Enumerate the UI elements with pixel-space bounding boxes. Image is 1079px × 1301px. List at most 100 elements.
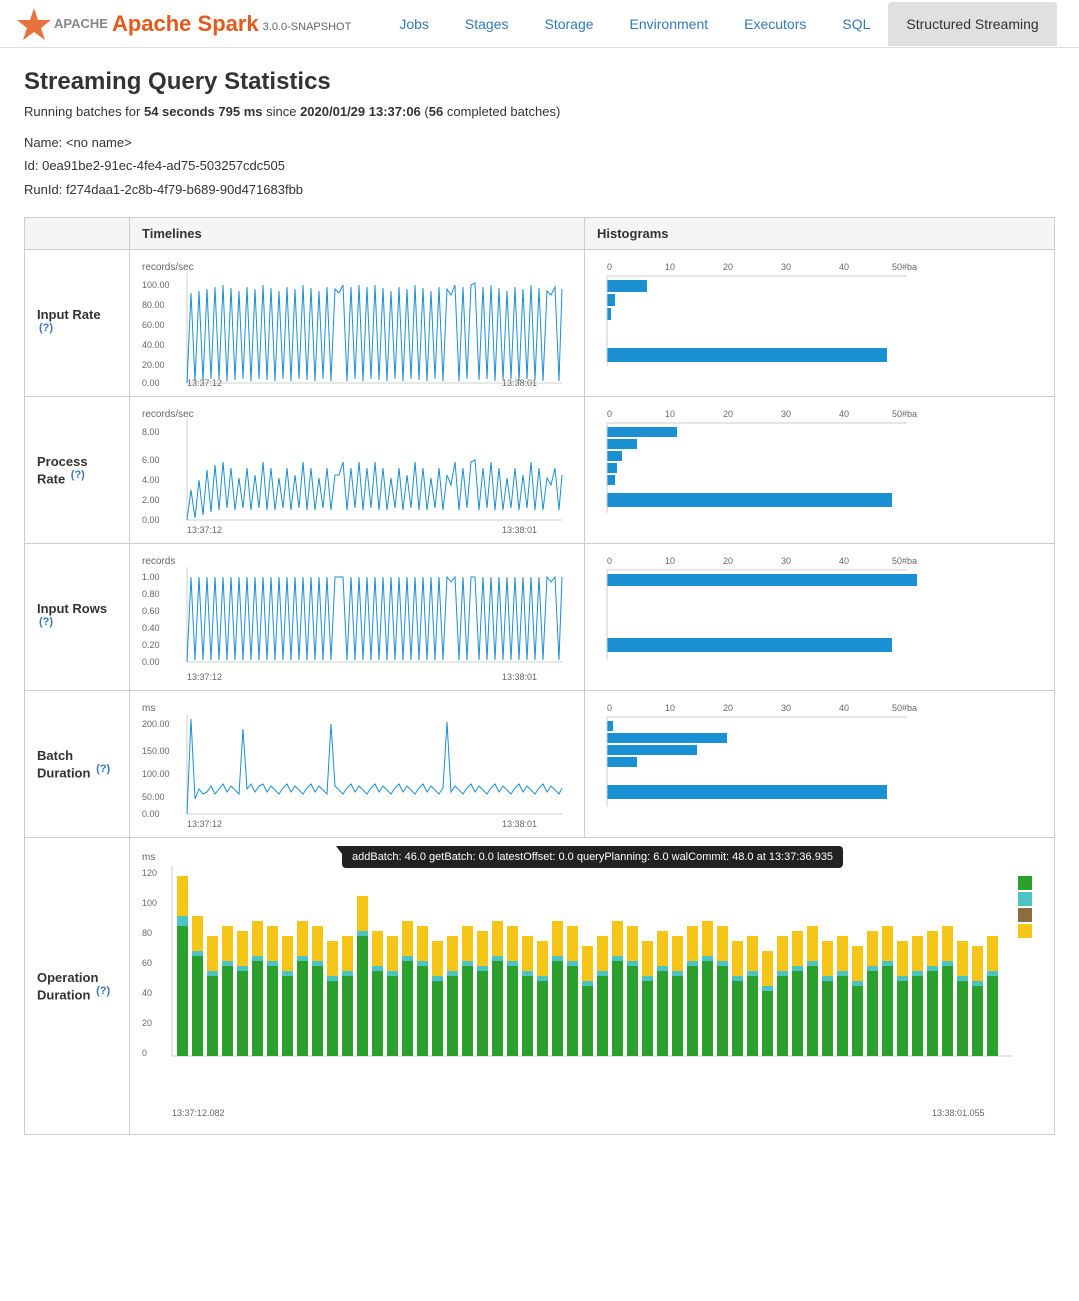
svg-text:0.00: 0.00 [142,657,160,667]
svg-text:40: 40 [142,988,152,998]
spark-logo-icon [16,6,52,42]
nav-bar: APACHE Apache Spark 3.0.0-SNAPSHOT Jobs … [0,0,1079,48]
svg-text:ms: ms [142,703,155,714]
svg-text:13:38:01: 13:38:01 [502,672,537,682]
batch-duration-histogram: 0 10 20 30 40 50 #batches [585,691,1055,838]
input-rate-histogram: 0 10 20 30 40 50 #batches [585,250,1055,397]
nav-jobs[interactable]: Jobs [381,2,447,46]
svg-text:80.00: 80.00 [142,300,165,310]
input-rows-hist-chart: 0 10 20 30 40 50 #batches [597,552,917,682]
op-duration-cell: addBatch: 46.0 getBatch: 0.0 latestOffse… [130,838,1055,1135]
op-legend [1018,876,1032,938]
page-subtitle: Running batches for 54 seconds 795 ms si… [24,104,1055,119]
nav-environment[interactable]: Environment [612,2,727,46]
svg-text:0.60: 0.60 [142,606,160,616]
svg-text:100.00: 100.00 [142,769,170,779]
input-rows-histogram: 0 10 20 30 40 50 #batches [585,544,1055,691]
input-rows-timeline: records 1.00 0.80 0.60 0.40 0.20 0.00 13… [130,544,585,691]
legend-getbatch [1018,924,1032,938]
svg-text:0: 0 [607,409,612,419]
subtitle-suffix: completed batches) [443,104,560,119]
process-rate-histogram: 0 10 20 30 40 50 #batches [585,397,1055,544]
legend-list [1018,876,1032,938]
process-rate-chart: records/sec 8.00 6.00 4.00 2.00 0.00 13:… [142,405,572,535]
nav-links: Jobs Stages Storage Environment Executor… [381,2,1056,46]
nav-executors[interactable]: Executors [726,2,824,46]
logo-spark: Apache Spark [112,11,259,37]
tooltip-arrow [336,846,348,854]
nav-structured-streaming[interactable]: Structured Streaming [888,2,1056,46]
stats-table: Timelines Histograms Input Rate (?) reco… [24,217,1055,1135]
svg-text:20: 20 [723,262,733,272]
svg-text:0: 0 [607,556,612,566]
svg-text:0.20: 0.20 [142,640,160,650]
logo-version: 3.0.0-SNAPSHOT [263,21,352,33]
input-rate-label: Input Rate (?) [25,250,130,397]
name-row: Name: <no name> [24,131,1055,154]
svg-text:40: 40 [839,703,849,713]
svg-text:50: 50 [892,703,902,713]
input-rows-label: Input Rows (?) [25,544,130,691]
nav-logo: APACHE Apache Spark 3.0.0-SNAPSHOT [16,6,351,42]
batch-duration-label: Batch Duration (?) [25,691,130,838]
batch-duration-hist-chart: 0 10 20 30 40 50 #batches [597,699,917,829]
batch-duration-timeline: ms 200.00 150.00 100.00 50.00 0.00 13:37… [130,691,585,838]
svg-text:13:38:01.055: 13:38:01.055 [932,1108,985,1118]
op-duration-wrapper: addBatch: 46.0 getBatch: 0.0 latestOffse… [142,846,1042,1126]
svg-text:150.00: 150.00 [142,746,170,756]
svg-text:200.00: 200.00 [142,719,170,729]
svg-text:40: 40 [839,262,849,272]
subtitle-prefix: Running batches for [24,104,144,119]
table-header: Timelines Histograms [25,218,1055,250]
main-content: Streaming Query Statistics Running batch… [0,48,1079,1155]
svg-text:30: 30 [781,262,791,272]
legend-queryplanning [1018,892,1032,906]
table-row: Operation Duration (?) addBatch: 46.0 ge… [25,838,1055,1135]
svg-text:13:38:01: 13:38:01 [502,525,537,535]
svg-text:30: 30 [781,703,791,713]
tooltip-text: addBatch: 46.0 getBatch: 0.0 latestOffse… [342,846,843,868]
svg-text:0.80: 0.80 [142,589,160,599]
svg-text:30: 30 [781,556,791,566]
svg-text:13:37:12: 13:37:12 [187,672,222,682]
nav-sql[interactable]: SQL [824,2,888,46]
queryplanning-swatch [1018,892,1032,906]
process-rate-label: Process Rate (?) [25,397,130,544]
table-row: Batch Duration (?) ms 200.00 150.00 100.… [25,691,1055,838]
svg-text:20.00: 20.00 [142,360,165,370]
svg-text:40: 40 [839,556,849,566]
svg-text:100.00: 100.00 [142,280,170,290]
svg-text:13:37:12: 13:37:12 [187,378,222,388]
nav-storage[interactable]: Storage [526,2,611,46]
svg-text:4.00: 4.00 [142,475,160,485]
svg-text:10: 10 [665,556,675,566]
process-rate-hist-chart: 0 10 20 30 40 50 #batches [597,405,917,535]
nav-stages[interactable]: Stages [447,2,527,46]
subtitle-mid: since [263,104,301,119]
svg-text:100: 100 [142,898,157,908]
svg-text:20: 20 [142,1018,152,1028]
svg-text:20: 20 [723,703,733,713]
svg-text:40: 40 [839,409,849,419]
legend-walcommit [1018,908,1032,922]
col-label [25,218,130,250]
svg-text:50: 50 [892,409,902,419]
svg-text:0.00: 0.00 [142,515,160,525]
svg-text:120: 120 [142,868,157,878]
svg-text:0: 0 [142,1048,147,1058]
input-rate-chart: records/sec 100.00 80.00 60.00 40.00 20.… [142,258,572,388]
svg-text:records/sec: records/sec [142,409,194,420]
table-row: Input Rate (?) records/sec 100.00 80.00 … [25,250,1055,397]
svg-text:2.00: 2.00 [142,495,160,505]
table-row: Process Rate (?) records/sec 8.00 6.00 4… [25,397,1055,544]
svg-text:20: 20 [723,409,733,419]
input-rate-timeline: records/sec 100.00 80.00 60.00 40.00 20.… [130,250,585,397]
svg-text:0.00: 0.00 [142,809,160,819]
svg-text:13:38:01: 13:38:01 [502,819,537,829]
input-rate-hist-chart: 0 10 20 30 40 50 #batches [597,258,917,388]
col-timelines: Timelines [130,218,585,250]
svg-text:13:38:01: 13:38:01 [502,378,537,388]
svg-text:#batches: #batches [902,556,917,566]
svg-text:records: records [142,556,175,567]
svg-text:13:37:12.082: 13:37:12.082 [172,1108,225,1118]
